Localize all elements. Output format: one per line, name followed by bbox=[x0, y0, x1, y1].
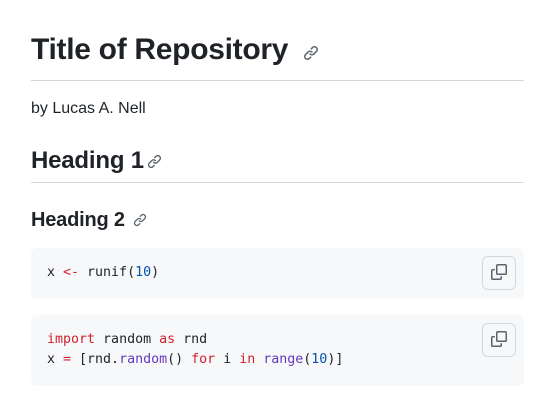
heading-1-anchor-link[interactable] bbox=[147, 154, 162, 169]
copy-code-button[interactable] bbox=[482, 256, 516, 290]
heading-1: Heading 1 bbox=[31, 147, 144, 174]
code-block-python: import random as rnd x = [rnd.random() f… bbox=[31, 315, 524, 386]
link-icon bbox=[133, 213, 147, 227]
code-token: <- bbox=[63, 265, 80, 280]
heading-2-anchor-link[interactable] bbox=[133, 213, 147, 227]
readme-page: Title of Repository by Lucas A. Nell Hea… bbox=[0, 0, 556, 408]
code-token: x bbox=[47, 265, 64, 280]
code-token: [rnd. bbox=[71, 352, 120, 367]
code-token: in bbox=[239, 352, 256, 367]
copy-code-button[interactable] bbox=[482, 323, 516, 357]
copy-icon bbox=[491, 330, 507, 350]
code-token: random bbox=[95, 332, 160, 347]
heading-1-section: Heading 1 bbox=[31, 146, 524, 183]
link-icon bbox=[303, 45, 319, 61]
heading-2: Heading 2 bbox=[31, 209, 125, 231]
code-token: range bbox=[263, 352, 304, 367]
code-token: ) bbox=[151, 265, 160, 280]
code-token: = bbox=[63, 352, 72, 367]
author-line: by Lucas A. Nell bbox=[31, 100, 146, 117]
code-content: x <- runif(10) bbox=[47, 263, 159, 283]
code-token: import bbox=[47, 332, 96, 347]
title-heading-section: Title of Repository bbox=[31, 30, 524, 81]
code-token: as bbox=[159, 332, 176, 347]
link-icon bbox=[147, 154, 162, 169]
page-title: Title of Repository bbox=[31, 33, 289, 66]
code-token: )] bbox=[327, 352, 344, 367]
code-token: () bbox=[167, 352, 192, 367]
copy-icon bbox=[491, 263, 507, 283]
title-anchor-link[interactable] bbox=[303, 45, 319, 61]
code-block-r: x <- runif(10) bbox=[31, 248, 524, 299]
code-token: i bbox=[215, 352, 240, 367]
code-token: x bbox=[47, 352, 64, 367]
code-token: 10 bbox=[135, 265, 152, 280]
code-token: random bbox=[119, 352, 168, 367]
code-token: 10 bbox=[311, 352, 328, 367]
code-token: rnd bbox=[175, 332, 208, 347]
code-token: runif( bbox=[79, 265, 136, 280]
code-content: import random as rnd x = [rnd.random() f… bbox=[47, 330, 343, 370]
code-token: for bbox=[191, 352, 216, 367]
